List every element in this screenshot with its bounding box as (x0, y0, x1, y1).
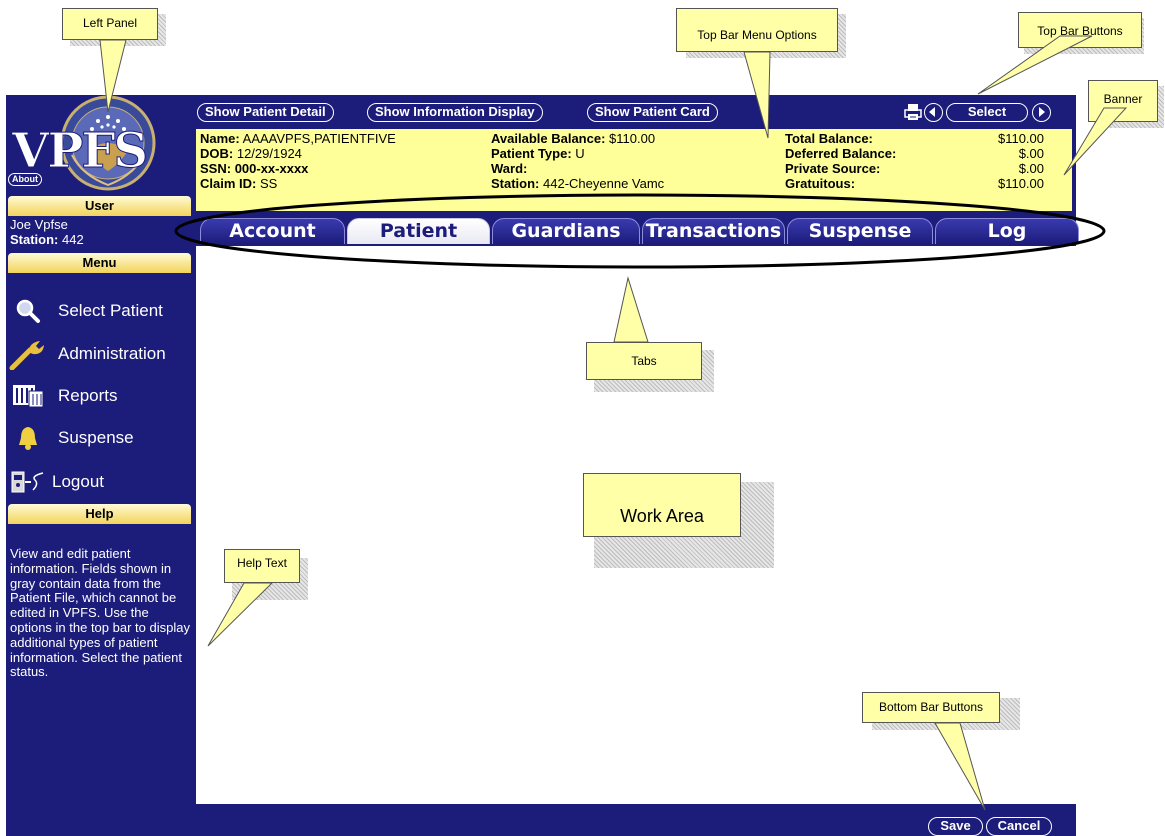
callout-banner: Banner (1088, 80, 1158, 122)
user-name: Joe Vpfse (10, 217, 68, 232)
previous-patient-button[interactable] (924, 103, 943, 122)
callout-help-text: Help Text (224, 549, 300, 583)
menu-item-label: Logout (52, 472, 104, 491)
vpfs-logo-text: VPFS (11, 123, 148, 179)
tab-suspense[interactable]: Suspense (787, 218, 933, 244)
user-station: Station: 442 (10, 232, 84, 247)
reports-icon (6, 380, 50, 412)
patient-banner: Name: AAAAVPFS,PATIENTFIVE DOB: 12/29/19… (196, 129, 1072, 211)
banner-claim-label: Claim ID: (200, 176, 257, 191)
banner-ward: Ward: (491, 161, 527, 176)
callout-tabs: Tabs (586, 342, 702, 380)
left-panel: VPFS About User Joe Vpfse Station: 442 M… (6, 95, 193, 836)
banner-dob: DOB: 12/29/1924 (200, 146, 302, 161)
callout-top-bar-menu-options: Top Bar Menu Options (676, 8, 838, 52)
banner-name-value: AAAAVPFS,PATIENTFIVE (242, 131, 396, 146)
banner-ptype-value: U (575, 146, 585, 161)
banner-ssn-label: SSN: (200, 161, 232, 176)
banner-ward-label: Ward: (491, 161, 528, 176)
banner-private-source-label: Private Source: (785, 161, 880, 176)
banner-name-label: Name: (200, 131, 240, 146)
wrench-icon (6, 338, 50, 370)
prev-arrow-icon (929, 107, 935, 117)
user-section-header: User (8, 196, 191, 216)
tab-log[interactable]: Log (935, 218, 1079, 244)
menu-item-label: Reports (58, 386, 118, 405)
menu-section-header: Menu (8, 253, 191, 273)
next-patient-button[interactable] (1032, 103, 1051, 122)
menu-item-label: Select Patient (58, 301, 163, 320)
banner-gratuitous-label: Gratuitous: (785, 176, 855, 191)
menu-item-logout[interactable]: Logout (6, 462, 193, 502)
banner-gratuitous-text: Gratuitous: (785, 176, 856, 191)
tab-patient[interactable]: Patient (347, 218, 490, 244)
banner-station-label: Station: (491, 176, 540, 191)
banner-station-value: 442-Cheyenne Vamc (543, 176, 665, 191)
help-section-header: Help (8, 504, 191, 524)
banner-total-value: $110.00 (997, 131, 1044, 146)
user-station-value: 442 (62, 232, 84, 247)
menu-item-label: Suspense (58, 428, 134, 447)
select-button[interactable]: Select (946, 103, 1028, 122)
menu-item-suspense[interactable]: Suspense (6, 418, 193, 458)
banner-available-value: $110.00 (609, 131, 656, 146)
banner-available-balance: Available Balance: $110.00 (491, 131, 655, 146)
tab-bar: Account Patient Guardians Transactions S… (196, 214, 1079, 245)
banner-claim-id: Claim ID: SS (200, 176, 277, 191)
callout-bottom-bar-buttons: Bottom Bar Buttons (862, 692, 1000, 723)
show-patient-card-button[interactable]: Show Patient Card (587, 103, 718, 122)
banner-patient-type: Patient Type: U (491, 146, 585, 161)
banner-available-label: Available Balance: (491, 131, 606, 146)
banner-deferred-balance-label: Deferred Balance: (785, 146, 896, 161)
menu-item-reports[interactable]: Reports (6, 376, 193, 416)
banner-ssn: SSN: 000-xx-xxxx (200, 161, 308, 176)
logout-icon (6, 466, 50, 498)
print-icon[interactable] (904, 103, 922, 121)
show-patient-detail-button[interactable]: Show Patient Detail (197, 103, 334, 122)
banner-gratuitous-value: $110.00 (997, 176, 1044, 191)
show-information-display-button[interactable]: Show Information Display (367, 103, 543, 122)
bell-icon (6, 422, 50, 454)
user-station-label: Station: (10, 232, 59, 247)
callout-top-bar-buttons: Top Bar Buttons (1018, 12, 1142, 48)
magnifier-icon (6, 295, 50, 327)
menu-item-select-patient[interactable]: Select Patient (6, 291, 193, 331)
banner-deferred-label: Deferred Balance: (785, 146, 897, 161)
banner-dob-value: 12/29/1924 (236, 146, 302, 161)
next-arrow-icon (1039, 107, 1045, 117)
about-button[interactable]: About (8, 173, 42, 186)
banner-deferred-value: $.00 (1018, 146, 1044, 161)
top-bar: Show Patient Detail Show Information Dis… (193, 95, 1076, 127)
tab-transactions[interactable]: Transactions (642, 218, 785, 244)
tab-guardians[interactable]: Guardians (492, 218, 640, 244)
banner-total-label: Total Balance: (785, 131, 873, 146)
banner-name: Name: AAAAVPFS,PATIENTFIVE (200, 131, 396, 146)
callout-work-area: Work Area (583, 473, 741, 537)
banner-station: Station: 442-Cheyenne Vamc (491, 176, 664, 191)
menu-item-label: Administration (58, 344, 166, 363)
menu-item-administration[interactable]: Administration (6, 334, 193, 374)
logo-area: VPFS About (6, 95, 193, 195)
banner-ptype-label: Patient Type: (491, 146, 572, 161)
help-text: View and edit patient information. Field… (10, 546, 190, 680)
banner-dob-label: DOB: (200, 146, 234, 161)
banner-private-label: Private Source: (785, 161, 881, 176)
cancel-button[interactable]: Cancel (986, 817, 1052, 836)
banner-private-value: $.00 (1018, 161, 1044, 176)
callout-left-panel: Left Panel (62, 8, 158, 40)
banner-total-balance-label: Total Balance: (785, 131, 873, 146)
banner-ssn-value: 000-xx-xxxx (234, 161, 309, 176)
banner-claim-value: SS (259, 176, 278, 191)
tab-account[interactable]: Account (200, 218, 345, 244)
save-button[interactable]: Save (928, 817, 983, 836)
